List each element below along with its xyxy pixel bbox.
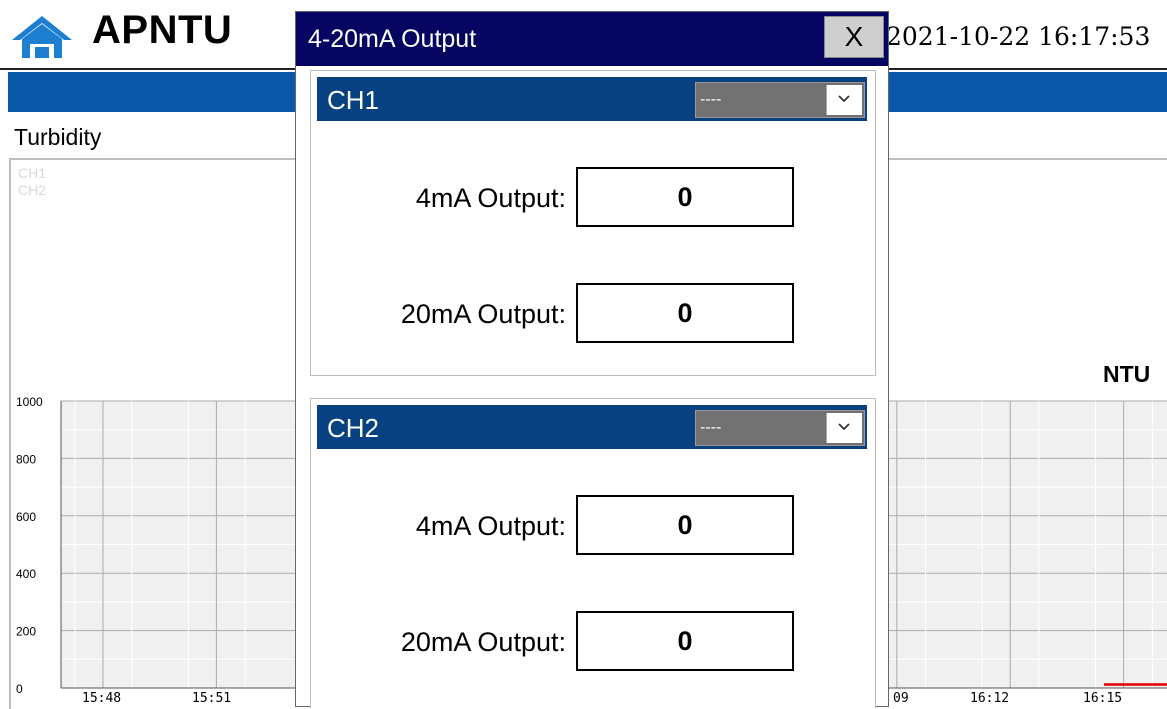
x-tick-label: 15:51 [192,691,231,706]
select-value: ---- [700,91,722,108]
out4-value-field[interactable]: 0 [576,495,794,555]
x-tick-label: 09 [893,691,909,706]
channel-mode-select[interactable]: ---- [695,82,865,118]
x-tick-label: 15:48 [82,691,121,706]
out20-value-field[interactable]: 0 [576,611,794,671]
chevron-down-icon[interactable] [826,413,862,443]
out4-label: 4mA Output: [415,183,566,213]
out4-label: 4mA Output: [415,511,566,541]
channel-group-ch1: CH1 ---- 4mA Output: 0 20mA Output: 0 [310,70,876,376]
channel-header-ch2: CH2 ---- [317,405,867,449]
out20-label: 20mA Output: [400,627,566,657]
y-tick-label: 1000 [16,395,43,409]
y-tick-label: 0 [16,682,23,696]
dialog-title: 4-20mA Output [308,25,477,53]
channel-header-ch1: CH1 ---- [317,77,867,121]
channel-label: CH2 [327,413,380,443]
output-dialog: 4-20mA Output X CH1 ---- 4mA Output: 0 2… [295,11,889,708]
out20-label: 20mA Output: [400,299,566,329]
y-tick-label: 200 [16,625,36,639]
x-tick-label: 16:15 [1083,691,1122,706]
y-tick-label: 400 [16,567,36,581]
close-button[interactable]: X [824,16,884,58]
y-tick-label: 800 [16,452,36,466]
out20-value-field[interactable]: 0 [576,283,794,343]
select-value: ---- [700,419,722,436]
dialog-titlebar: 4-20mA Output X [296,12,888,66]
y-tick-label: 600 [16,510,36,524]
channel-group-ch2: CH2 ---- 4mA Output: 0 20mA Output: 0 [310,398,876,708]
chevron-down-icon[interactable] [826,85,862,115]
channel-mode-select[interactable]: ---- [695,410,865,446]
x-tick-label: 16:12 [970,691,1009,706]
out4-value-field[interactable]: 0 [576,167,794,227]
channel-label: CH1 [327,85,380,115]
